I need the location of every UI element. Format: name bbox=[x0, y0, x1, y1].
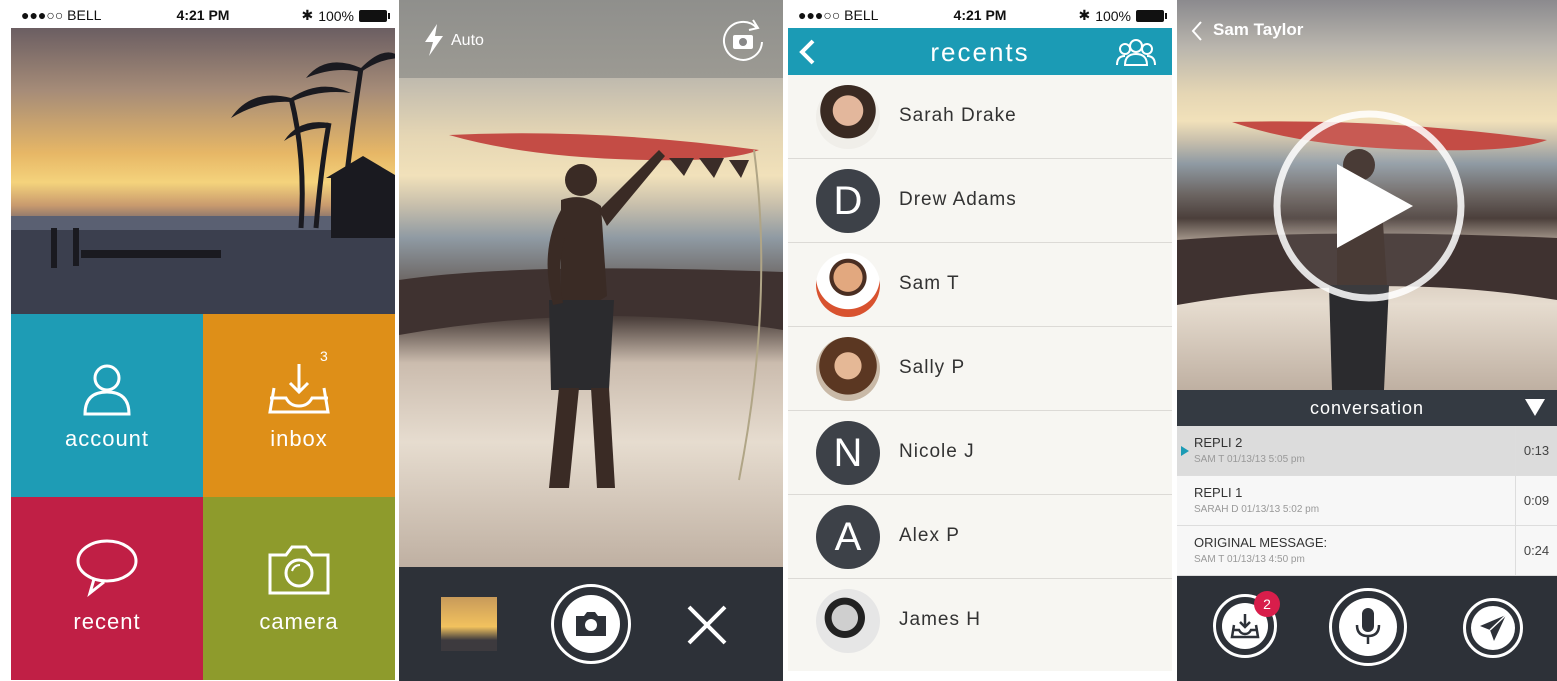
conversation-title: conversation bbox=[1309, 398, 1425, 418]
camera-bottom-bar bbox=[399, 567, 783, 681]
battery-indicator: ✱ 100% bbox=[1078, 7, 1167, 24]
list-item[interactable]: Sarah Drake bbox=[788, 75, 1172, 159]
message-meta: SARAH D 01/13/13 5:02 pm bbox=[1194, 504, 1320, 515]
battery-icon bbox=[1136, 9, 1167, 22]
conversation-toolbar: 2 bbox=[1177, 576, 1557, 681]
status-bar: ●●●○○ BELL 4:21 PM ✱ 100% bbox=[788, 0, 1172, 28]
avatar: A bbox=[816, 505, 880, 569]
recents-list: Sarah Drake D Drew Adams Sam T Sally P N… bbox=[788, 75, 1172, 671]
flash-mode-label[interactable]: Auto bbox=[451, 32, 484, 50]
inbox-badge: 3 bbox=[320, 348, 328, 364]
inbox-button[interactable]: 2 bbox=[1213, 591, 1280, 658]
list-item[interactable]: A Alex P bbox=[788, 495, 1172, 579]
avatar bbox=[816, 337, 880, 401]
bluetooth-icon: ✱ bbox=[301, 7, 314, 23]
avatar bbox=[816, 589, 880, 653]
list-item[interactable]: Sam T bbox=[788, 243, 1172, 327]
person-icon bbox=[83, 364, 131, 416]
play-icon[interactable] bbox=[1271, 108, 1467, 304]
conversation-screen: Sam Taylor conversation REPLI 2 SAM T 01… bbox=[1177, 0, 1557, 681]
send-button[interactable] bbox=[1463, 598, 1523, 658]
camera-top-bar: Auto bbox=[399, 0, 783, 78]
camera-label: camera bbox=[259, 609, 339, 634]
inbox-tile[interactable]: 3 inbox bbox=[203, 314, 395, 497]
message-meta: SAM T 01/13/13 5:05 pm bbox=[1194, 454, 1305, 465]
account-label: account bbox=[64, 426, 150, 451]
list-item[interactable]: Sally P bbox=[788, 327, 1172, 411]
recents-screen: ●●●○○ BELL 4:21 PM ✱ 100% recents Sarah … bbox=[788, 0, 1172, 681]
inbox-download-icon bbox=[1230, 614, 1260, 639]
recent-tile[interactable]: recent bbox=[11, 497, 203, 680]
video-preview[interactable]: Sam Taylor bbox=[1177, 0, 1557, 390]
bluetooth-icon: ✱ bbox=[1078, 7, 1091, 23]
contact-name: Drew Adams bbox=[899, 189, 1017, 210]
triangle-down-icon[interactable] bbox=[1525, 399, 1545, 417]
camera-icon bbox=[576, 612, 606, 636]
camera-tile[interactable]: camera bbox=[203, 497, 395, 680]
avatar bbox=[816, 253, 880, 317]
message-meta: SAM T 01/13/13 4:50 pm bbox=[1194, 554, 1305, 565]
speech-bubble-icon bbox=[76, 539, 138, 597]
contact-name: Nicole J bbox=[899, 441, 975, 462]
playing-indicator-icon bbox=[1181, 446, 1189, 456]
contact-name: Alex P bbox=[899, 525, 960, 546]
conversation-header: conversation bbox=[1177, 390, 1557, 426]
list-item[interactable]: D Drew Adams bbox=[788, 159, 1172, 243]
avatar: D bbox=[816, 169, 880, 233]
record-button[interactable] bbox=[1329, 588, 1407, 666]
message-row[interactable]: REPLI 1 SARAH D 01/13/13 5:02 pm 0:09 bbox=[1177, 476, 1557, 526]
inbox-label: inbox bbox=[270, 426, 328, 451]
close-icon[interactable] bbox=[686, 604, 728, 646]
contact-name: Sam T bbox=[899, 273, 960, 294]
back-label[interactable]: Sam Taylor bbox=[1213, 20, 1303, 40]
palm-silhouette bbox=[11, 52, 395, 314]
message-row[interactable]: ORIGINAL MESSAGE: SAM T 01/13/13 4:50 pm… bbox=[1177, 526, 1557, 576]
group-icon[interactable] bbox=[1116, 37, 1156, 67]
message-title: ORIGINAL MESSAGE: bbox=[1194, 535, 1328, 550]
contact-name: Sally P bbox=[899, 357, 966, 378]
avatar bbox=[816, 85, 880, 149]
camera-switch-icon[interactable] bbox=[719, 16, 767, 64]
message-title: REPLI 2 bbox=[1194, 435, 1243, 450]
status-bar: ●●●○○ BELL 4:21 PM ✱ 100% bbox=[11, 0, 395, 28]
list-item[interactable]: James H bbox=[788, 579, 1172, 671]
message-duration: 0:09 bbox=[1515, 476, 1557, 525]
paper-plane-icon bbox=[1480, 614, 1507, 641]
lightning-icon[interactable] bbox=[423, 24, 445, 56]
message-duration: 0:13 bbox=[1515, 426, 1557, 475]
message-title: REPLI 1 bbox=[1194, 485, 1243, 500]
surfer-silhouette bbox=[399, 133, 783, 488]
recent-label: recent bbox=[73, 609, 141, 634]
account-tile[interactable]: account bbox=[11, 314, 203, 497]
contact-name: James H bbox=[899, 609, 981, 630]
avatar: N bbox=[816, 421, 880, 485]
page-title: recents bbox=[930, 37, 1030, 67]
message-row[interactable]: REPLI 2 SAM T 01/13/13 5:05 pm 0:13 bbox=[1177, 426, 1557, 476]
camera-icon bbox=[268, 545, 330, 595]
recents-nav-bar: recents bbox=[788, 28, 1172, 75]
shutter-button[interactable] bbox=[551, 584, 631, 664]
chevron-left-icon[interactable] bbox=[1191, 20, 1203, 42]
list-item[interactable]: N Nicole J bbox=[788, 411, 1172, 495]
battery-icon bbox=[359, 9, 390, 22]
hero-photo bbox=[11, 28, 395, 314]
inbox-download-icon bbox=[268, 364, 330, 414]
camera-viewfinder[interactable] bbox=[399, 0, 783, 567]
battery-indicator: ✱ 100% bbox=[301, 7, 390, 24]
gallery-thumbnail[interactable] bbox=[441, 597, 497, 651]
message-duration: 0:24 bbox=[1515, 526, 1557, 575]
microphone-icon bbox=[1355, 608, 1381, 644]
home-screen: ●●●○○ BELL 4:21 PM ✱ 100% account 3 inbo… bbox=[11, 0, 395, 681]
inbox-badge: 2 bbox=[1254, 591, 1280, 617]
camera-screen: Auto bbox=[399, 0, 783, 681]
contact-name: Sarah Drake bbox=[899, 105, 1017, 126]
